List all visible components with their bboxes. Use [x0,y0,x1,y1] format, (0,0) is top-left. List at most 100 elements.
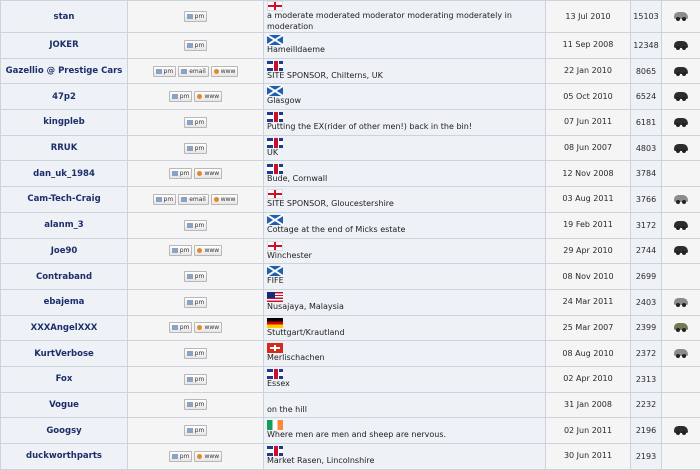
username-cell: duckworthparts [1,444,128,470]
pm-button-label: pm [164,68,174,75]
www-button-label: www [221,68,236,75]
location-cell: Where men are men and sheep are nervous. [264,418,546,444]
uk-flag-icon [267,61,283,71]
sco-flag-icon [267,215,283,225]
post-count: 2313 [631,366,662,392]
pm-button[interactable]: pm [169,245,193,256]
username-link[interactable]: stan [54,12,75,22]
member-row: Contraband pm FIFE08 Nov 20102699 [1,264,700,290]
location-cell: Merlischachen [264,341,546,367]
username-link[interactable]: duckworthparts [26,451,102,461]
pm-button-label: pm [180,247,190,254]
pm-button[interactable]: pm [169,91,193,102]
pm-button[interactable]: pm [184,40,208,51]
globe-icon [197,454,202,459]
joined-date: 08 Nov 2010 [546,264,631,290]
post-count: 15103 [631,1,662,33]
location-cell: Hameilldaeme [264,33,546,59]
post-count: 4803 [631,135,662,161]
pm-button[interactable]: pm [184,374,208,385]
pm-button[interactable]: pm [153,66,177,77]
username-link[interactable]: Vogue [49,400,79,410]
car-icon [674,426,688,433]
sco-flag-icon [267,35,283,45]
pm-button-label: pm [195,273,205,280]
username-link[interactable]: Googsy [46,426,81,436]
member-row: FoxpmEssex02 Apr 20102313 [1,366,700,392]
email-button[interactable]: email [178,66,209,77]
car-cell [662,84,700,110]
email-button[interactable]: email [178,194,209,205]
username-link[interactable]: JOKER [49,40,78,50]
car-icon [674,195,688,202]
car-cell [662,418,700,444]
message-icon [172,454,178,459]
message-icon [172,171,178,176]
pm-button[interactable]: pm [169,168,193,179]
www-button[interactable]: www [194,91,222,102]
pm-button[interactable]: pm [184,399,208,410]
pm-button[interactable]: pm [169,451,193,462]
www-button[interactable]: www [211,66,239,77]
username-link[interactable]: ebajema [44,297,85,307]
www-button-label: www [204,170,219,177]
username-link[interactable]: kingpleb [43,117,85,127]
pm-button[interactable]: pm [184,143,208,154]
car-icon [674,144,688,151]
username-link[interactable]: alanm_3 [44,220,83,230]
pm-button[interactable]: pm [184,117,208,128]
location-cell: FIFE [264,264,546,290]
member-row: Gazellio @ Prestige CarspmemailwwwSITE S… [1,58,700,84]
pm-button[interactable]: pm [184,271,208,282]
www-button-label: www [221,196,236,203]
location-text: Putting the EX(rider of other men!) back… [267,122,472,131]
username-link[interactable]: Cam-Tech-Craig [27,194,100,204]
pm-button[interactable]: pm [184,348,208,359]
username-link[interactable]: XXXAngelXXX [31,323,98,333]
sco-flag-icon [267,86,283,96]
car-cell [662,58,700,84]
location-cell: Glasgow [264,84,546,110]
joined-date: 19 Feb 2011 [546,212,631,238]
pm-button[interactable]: pm [184,425,208,436]
envelope-icon [181,69,187,74]
www-button[interactable]: www [194,451,222,462]
pm-button[interactable]: pm [153,194,177,205]
www-button[interactable]: www [194,168,222,179]
car-cell [662,33,700,59]
pm-button[interactable]: pm [184,297,208,308]
car-icon [674,118,688,125]
message-icon [187,300,193,305]
username-link[interactable]: Joe90 [51,246,78,256]
message-icon [187,428,193,433]
car-icon [674,67,688,74]
username-cell: kingpleb [1,110,128,136]
username-link[interactable]: dan_uk_1984 [33,169,95,179]
username-link[interactable]: Fox [56,374,73,384]
pm-button[interactable]: pm [169,322,193,333]
www-button[interactable]: www [211,194,239,205]
post-count: 3784 [631,161,662,187]
username-link[interactable]: RRUK [51,143,78,153]
member-row: Voguepmon the hill31 Jan 20082232 [1,392,700,418]
joined-date: 03 Aug 2011 [546,187,631,213]
www-button[interactable]: www [194,322,222,333]
member-row: KurtVerbosepmMerlischachen08 Aug 2010237… [1,341,700,367]
post-count: 2699 [631,264,662,290]
location-cell: Putting the EX(rider of other men!) back… [264,110,546,136]
pm-button-label: pm [195,222,205,229]
www-button[interactable]: www [194,245,222,256]
location-text: a moderate moderated moderator moderatin… [267,11,512,31]
username-link[interactable]: 47p2 [52,92,76,102]
pm-button-label: pm [180,324,190,331]
username-link[interactable]: KurtVerbose [34,349,94,359]
post-count: 2372 [631,341,662,367]
car-cell [662,110,700,136]
pm-button[interactable]: pm [184,11,208,22]
username-link[interactable]: Contraband [36,272,92,282]
location-cell: Nusajaya, Malaysia [264,289,546,315]
pm-button[interactable]: pm [184,220,208,231]
message-icon [172,248,178,253]
username-link[interactable]: Gazellio @ Prestige Cars [6,66,123,76]
location-cell: Bude, Cornwall [264,161,546,187]
